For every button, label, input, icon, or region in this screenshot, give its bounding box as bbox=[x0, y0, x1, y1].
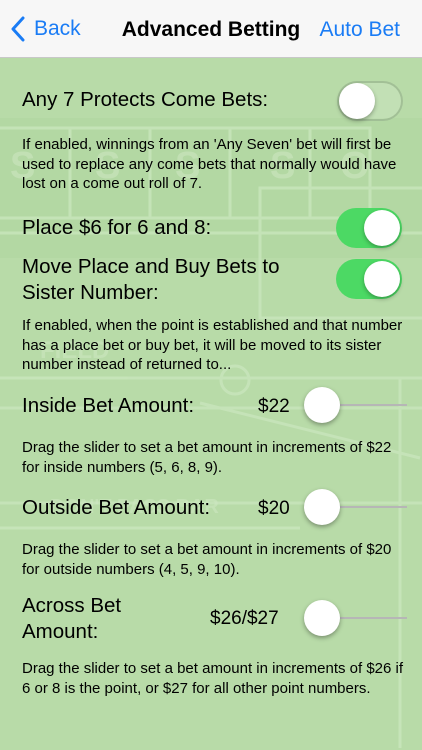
toggle-knob bbox=[339, 83, 375, 119]
across-bet-label-line2: Amount: bbox=[22, 620, 99, 643]
slider-thumb[interactable] bbox=[304, 600, 340, 636]
inside-bet-slider[interactable] bbox=[304, 385, 407, 425]
auto-bet-button[interactable]: Auto Bet bbox=[319, 18, 400, 42]
place-six-eight-label: Place $6 for 6 and 8: bbox=[22, 216, 212, 239]
toggle-knob bbox=[364, 261, 400, 297]
outside-bet-amount: $20 bbox=[258, 498, 290, 519]
across-bet-label-line1: Across Bet bbox=[22, 594, 122, 617]
across-bet-description: Drag the slider to set a bet amount in i… bbox=[22, 660, 404, 697]
outside-bet-label: Outside Bet Amount: bbox=[22, 496, 211, 519]
outside-bet-slider[interactable] bbox=[304, 487, 407, 527]
slider-thumb[interactable] bbox=[304, 387, 340, 423]
place-six-eight-toggle[interactable] bbox=[336, 208, 402, 248]
inside-bet-label: Inside Bet Amount: bbox=[22, 394, 195, 417]
navigation-bar: Back Advanced Betting Auto Bet bbox=[0, 0, 422, 58]
move-place-description: If enabled, when the point is establishe… bbox=[22, 317, 403, 373]
outside-bet-description: Drag the slider to set a bet amount in i… bbox=[22, 541, 392, 578]
settings-panel: S S S S O FIELD DON'T PASS BAR Any 7 Pro… bbox=[0, 58, 422, 750]
inside-bet-description: Drag the slider to set a bet amount in i… bbox=[22, 439, 392, 476]
slider-thumb[interactable] bbox=[304, 489, 340, 525]
across-bet-amount: $26/$27 bbox=[210, 608, 279, 629]
any-seven-toggle[interactable] bbox=[337, 81, 403, 121]
move-place-toggle[interactable] bbox=[336, 259, 402, 299]
any-seven-description: If enabled, winnings from an 'Any Seven'… bbox=[22, 136, 397, 192]
toggle-knob bbox=[364, 210, 400, 246]
across-bet-slider[interactable] bbox=[304, 598, 407, 638]
any-seven-label: Any 7 Protects Come Bets: bbox=[22, 88, 269, 111]
inside-bet-amount: $22 bbox=[258, 396, 290, 417]
move-place-label-line1: Move Place and Buy Bets to bbox=[22, 255, 280, 278]
move-place-label-line2: Sister Number: bbox=[22, 281, 159, 304]
